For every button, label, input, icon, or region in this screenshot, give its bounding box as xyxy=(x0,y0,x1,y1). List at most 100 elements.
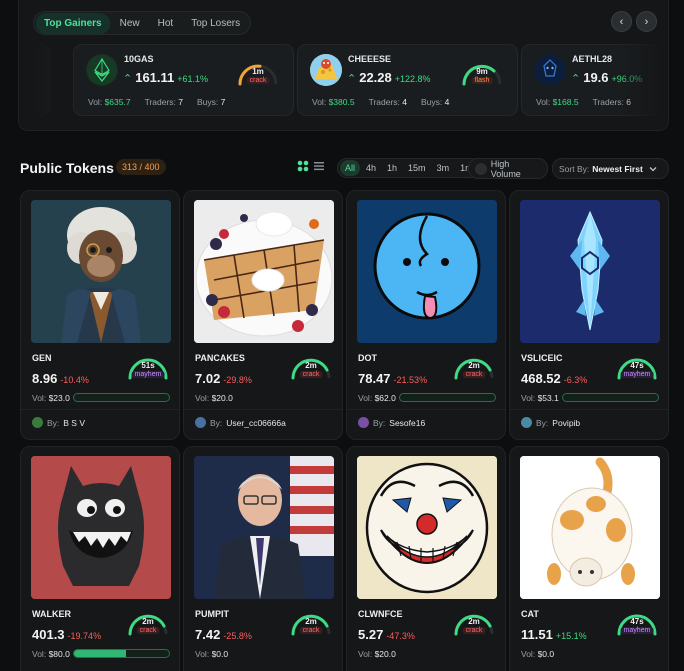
token-card[interactable]: WALKER 401.3 -19.74% 2m crack Vol: $80.0 xyxy=(20,446,180,671)
time-filter: All 4h 1h 15m 3m 1m xyxy=(337,158,481,178)
traders-value: 4 xyxy=(402,97,408,107)
vol-label: Vol: xyxy=(32,649,47,659)
vol-label: Vol: xyxy=(312,97,327,107)
timer-value: 2m xyxy=(305,617,317,626)
time-filter-4h[interactable]: 4h xyxy=(361,160,381,176)
cheese-mascot-icon xyxy=(310,54,342,86)
token-price: 401.3 xyxy=(32,627,65,642)
ice-crystal-icon xyxy=(520,200,660,343)
mode-badge: crack xyxy=(136,627,160,634)
tab-hot[interactable]: Hot xyxy=(150,13,182,34)
chevron-right-icon: › xyxy=(644,15,649,28)
monster-icon xyxy=(31,456,171,599)
creator-row[interactable]: By: Povipib xyxy=(521,417,580,428)
volume: Vol: $0.0 xyxy=(195,649,228,659)
mode-badge: flash xyxy=(471,77,493,84)
traders-label: Traders: xyxy=(368,97,400,107)
timer-value: 1m xyxy=(252,67,264,76)
vol-label: Vol: xyxy=(358,649,373,659)
token-card[interactable]: CAT 11.51 +15.1% 47s mayhem Vol: $0.0 xyxy=(509,446,669,671)
token-name: GEN xyxy=(32,353,52,363)
sort-value: Newest First xyxy=(592,163,643,174)
category-tabs: Top Gainers New Hot Top Losers xyxy=(33,11,252,35)
price-row: 11.51 +15.1% xyxy=(521,627,587,642)
vol-value: $53.1 xyxy=(537,393,559,403)
token-name: DOT xyxy=(358,353,377,363)
volume: Vol: $20.0 xyxy=(195,393,233,403)
price-change: +122.8% xyxy=(394,74,431,84)
creator-name: Povipib xyxy=(552,417,581,428)
token-card[interactable]: PANCAKES 7.02 -29.8% 2m crack Vol: $20.0… xyxy=(183,190,343,440)
volume: Vol: $23.0 xyxy=(32,393,70,403)
vol-value: $0.0 xyxy=(211,649,229,659)
token-price: 7.02 xyxy=(195,371,221,386)
price-row: 468.52 -6.3% xyxy=(521,371,587,386)
chevron-down-icon xyxy=(649,166,657,171)
time-filter-1h[interactable]: 1h xyxy=(382,160,402,176)
token-price: 8.96 xyxy=(32,371,58,386)
time-filter-all[interactable]: All xyxy=(340,160,361,176)
price-change: -21.53% xyxy=(393,375,428,385)
timer-badge: 9m flash xyxy=(460,60,504,88)
page-title: Public Tokens xyxy=(20,160,114,176)
grid-view-icon[interactable] xyxy=(297,160,309,172)
mode-badge: crack xyxy=(299,627,323,634)
token-image xyxy=(194,456,334,599)
view-toggle xyxy=(297,160,325,172)
chevron-left-icon: ‹ xyxy=(619,15,624,28)
sort-label: Sort By: xyxy=(559,163,590,174)
traders-label: Traders: xyxy=(144,97,176,107)
mode-badge: mayhem xyxy=(620,627,654,634)
time-filter-15m[interactable]: 15m xyxy=(403,160,431,176)
carousel-prev-button[interactable]: ‹ xyxy=(611,11,632,32)
carousel-fade-right xyxy=(618,40,668,125)
time-filter-3m[interactable]: 3m xyxy=(432,160,455,176)
sort-dropdown[interactable]: Sort By: Newest First xyxy=(552,158,669,179)
by-label: By: xyxy=(373,417,386,428)
price-change: -10.4% xyxy=(60,375,89,385)
creator-row[interactable]: By: B S V xyxy=(32,417,85,428)
token-price: 11.51 xyxy=(521,627,553,642)
token-card[interactable]: CLWNFCE 5.27 -47.3% 2m crack Vol: $20.0 xyxy=(346,446,506,671)
creator-row[interactable]: By: Sesofe16 xyxy=(358,417,425,428)
mode-badge: crack xyxy=(246,77,270,84)
tab-new[interactable]: New xyxy=(112,13,148,34)
volume-bar-fill xyxy=(74,650,127,657)
token-name: AETHL28 xyxy=(572,54,613,64)
timer-value: 2m xyxy=(305,361,317,370)
gainer-card[interactable]: 10GAS ⌃ 161.11 +61.1% 1m crack Vol: $635… xyxy=(73,44,294,116)
timer-badge: 1m crack xyxy=(236,60,280,88)
creator-row[interactable]: By: User_cc06666a xyxy=(195,417,286,428)
token-name: PUMPIT xyxy=(195,609,230,619)
vol-label: Vol: xyxy=(358,393,373,403)
price-change: -19.74% xyxy=(67,631,102,641)
token-avatar xyxy=(86,54,118,86)
vol-label: Vol: xyxy=(195,649,210,659)
tab-top-losers[interactable]: Top Losers xyxy=(183,13,248,34)
token-card[interactable]: PUMPIT 7.42 -25.8% 2m crack Vol: $0.0 xyxy=(183,446,343,671)
token-name: WALKER xyxy=(32,609,71,619)
token-avatar xyxy=(310,54,342,86)
buys-label: Buys: xyxy=(197,97,219,107)
vol-label: Vol: xyxy=(32,393,47,403)
token-name: 10GAS xyxy=(124,54,154,64)
carousel-next-button[interactable]: › xyxy=(636,11,657,32)
timer-value: 2m xyxy=(142,617,154,626)
volume: Vol: $0.0 xyxy=(521,649,554,659)
high-volume-toggle[interactable]: High Volume xyxy=(468,158,548,179)
mode-badge: crack xyxy=(462,627,486,634)
tab-top-gainers[interactable]: Top Gainers xyxy=(36,12,110,34)
vol-value: $62.0 xyxy=(374,393,396,403)
token-count-badge: 313 / 400 xyxy=(116,159,166,175)
token-name: PANCAKES xyxy=(195,353,245,363)
price-row: 5.27 -47.3% xyxy=(358,627,415,642)
token-card[interactable]: VSLICEIC 468.52 -6.3% 47s mayhem Vol: $5… xyxy=(509,190,669,440)
token-price: 22.28 xyxy=(359,70,392,85)
token-card[interactable]: DOT 78.47 -21.53% 2m crack Vol: $62.0 By… xyxy=(346,190,506,440)
list-view-icon[interactable] xyxy=(313,160,325,172)
token-image xyxy=(520,200,660,343)
avatar xyxy=(521,417,532,428)
gainer-card[interactable]: CHEEESE ⌃ 22.28 +122.8% 9m flash Vol: $3… xyxy=(297,44,518,116)
token-card[interactable]: GEN 8.96 -10.4% 51s mayhem Vol: $23.0 By… xyxy=(20,190,180,440)
up-arrow-icon: ⌃ xyxy=(347,73,357,85)
